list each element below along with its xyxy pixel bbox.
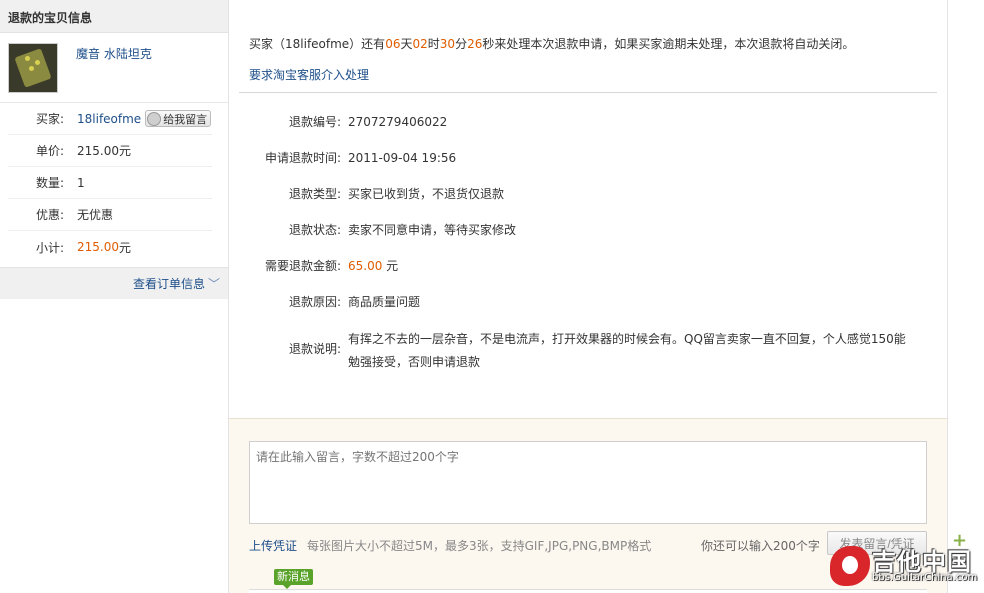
buyer-value: 18lifeofme 给我留言 — [77, 110, 212, 127]
refund-number-value: 2707279406022 — [348, 115, 448, 129]
refund-amount-label: 需要退款金额: — [264, 259, 341, 273]
section-divider — [239, 92, 937, 93]
refund-amount: 65.00 — [348, 259, 383, 273]
discount-label: 优惠: — [35, 208, 64, 222]
minutes-unit: 分 — [455, 37, 468, 51]
discount-row: 优惠: 无优惠 — [8, 199, 212, 231]
refund-reason-row: 退款原因: 商品质量问题 — [229, 292, 948, 328]
notice-text-start: 买家（18lifeofme）还有 — [249, 37, 386, 51]
refund-amount-row: 需要退款金额: 65.00 元 — [229, 256, 948, 292]
refund-type-value: 买家已收到货，不退货仅退款 — [348, 187, 505, 201]
refund-description-value: 有挥之不去的一层杂音，不是电流声，打开效果器的时候会有。QQ留言卖家一直不回复，… — [348, 332, 906, 369]
unit-price-label: 单价: — [35, 144, 64, 158]
leave-message-label: 给我留言 — [163, 112, 208, 126]
leave-message-button[interactable]: 给我留言 — [145, 110, 212, 127]
apply-time-label: 申请退款时间: — [264, 151, 341, 165]
product-summary: 魔音 水陆坦克 — [0, 33, 228, 103]
upload-hint: 每张图片大小不超过5M，最多3张，支持GIF,JPG,PNG,BMP格式 — [307, 539, 652, 553]
message-input[interactable] — [249, 441, 927, 524]
quantity-row: 数量: 1 — [8, 167, 212, 199]
view-order-bar: 查看订单信息 ﹀ — [0, 267, 228, 299]
refund-status-row: 退款状态: 卖家不同意申请，等待买家修改 — [229, 220, 948, 256]
refund-details: 退款编号: 2707279406022 申请退款时间: 2011-09-04 1… — [229, 112, 948, 374]
watermark-url: bbs.GuitarChina.com — [872, 572, 978, 583]
product-info-sidebar: 退款的宝贝信息 魔音 水陆坦克 买家: 18lifeofme 给我留言 单价: — [0, 0, 229, 593]
refund-reason-value: 商品质量问题 — [348, 295, 421, 309]
refund-status-label: 退款状态: — [288, 223, 341, 237]
buyer-label: 买家: — [35, 112, 64, 126]
unit-price-row: 单价: 215.00元 — [8, 135, 212, 167]
refund-amount-value: 65.00 元 — [348, 256, 908, 292]
refund-status-value: 卖家不同意申请，等待买家修改 — [348, 223, 517, 237]
site-watermark: + 吉他中国 bbs.GuitarChina.com — [826, 530, 984, 593]
view-order-link[interactable]: 查看订单信息 — [133, 277, 205, 291]
apply-time-value: 2011-09-04 19:56 — [348, 151, 457, 165]
countdown-hours: 02 — [412, 37, 428, 51]
pedal-knob — [35, 60, 40, 65]
refund-main-panel: 买家（18lifeofme）还有06天02时30分26秒来处理本次退款申请，如果… — [229, 0, 948, 593]
escalate-to-service-link[interactable]: 要求淘宝客服介入处理 — [249, 66, 947, 83]
wangwang-icon — [147, 111, 162, 126]
subtotal-row: 小计: 215.00 元 — [8, 231, 212, 263]
unit-price-value: 215.00元 — [77, 144, 131, 158]
discount-value: 无优惠 — [77, 208, 114, 222]
product-name-link[interactable]: 魔音 水陆坦克 — [76, 45, 152, 92]
days-unit: 天 — [400, 37, 413, 51]
countdown-notice: 买家（18lifeofme）还有06天02时30分26秒来处理本次退款申请，如果… — [229, 0, 947, 53]
refund-description-label: 退款说明: — [288, 342, 341, 356]
subtotal-label: 小计: — [35, 240, 64, 255]
pedal-knob — [29, 66, 34, 71]
buyer-row: 买家: 18lifeofme 给我留言 — [8, 103, 212, 135]
subtotal-unit: 元 — [119, 240, 132, 255]
refund-number-row: 退款编号: 2707279406022 — [229, 112, 948, 148]
pedal-knob — [25, 56, 30, 61]
quantity-label: 数量: — [35, 176, 64, 190]
hours-unit: 时 — [427, 37, 440, 51]
quantity-value: 1 — [77, 175, 85, 190]
countdown-seconds: 26 — [467, 37, 483, 51]
sidebar-title: 退款的宝贝信息 — [0, 0, 228, 33]
buyer-name-link[interactable]: 18lifeofme — [77, 112, 141, 126]
subtotal-amount: 215.00 — [77, 240, 119, 254]
dragon-logo-icon — [830, 546, 870, 586]
refund-page: 退款的宝贝信息 魔音 水陆坦克 买家: 18lifeofme 给我留言 单价: — [0, 0, 984, 593]
notice-text-end: 秒来处理本次退款申请，如果买家逾期未处理，本次退款将自动关闭。 — [482, 37, 855, 51]
product-thumbnail[interactable] — [8, 43, 58, 93]
countdown-days: 06 — [385, 37, 401, 51]
new-message-badge: 新消息 — [274, 569, 313, 589]
subtotal-value: 215.00 元 — [77, 239, 131, 256]
refund-number-label: 退款编号: — [288, 115, 341, 129]
chevron-down-icon[interactable]: ﹀ — [208, 275, 220, 292]
refund-description-row: 退款说明: 有挥之不去的一层杂音，不是电流声，打开效果器的时候会有。QQ留言卖家… — [229, 328, 948, 374]
apply-time-row: 申请退款时间: 2011-09-04 19:56 — [229, 148, 948, 184]
refund-type-row: 退款类型: 买家已收到货，不退货仅退款 — [229, 184, 948, 220]
refund-type-label: 退款类型: — [288, 187, 341, 201]
countdown-minutes: 30 — [439, 37, 456, 51]
remaining-chars: 你还可以输入200个字 — [701, 539, 820, 553]
refund-amount-unit: 元 — [382, 259, 399, 273]
refund-reason-label: 退款原因: — [288, 295, 341, 309]
upload-proof-link[interactable]: 上传凭证 — [249, 537, 297, 554]
